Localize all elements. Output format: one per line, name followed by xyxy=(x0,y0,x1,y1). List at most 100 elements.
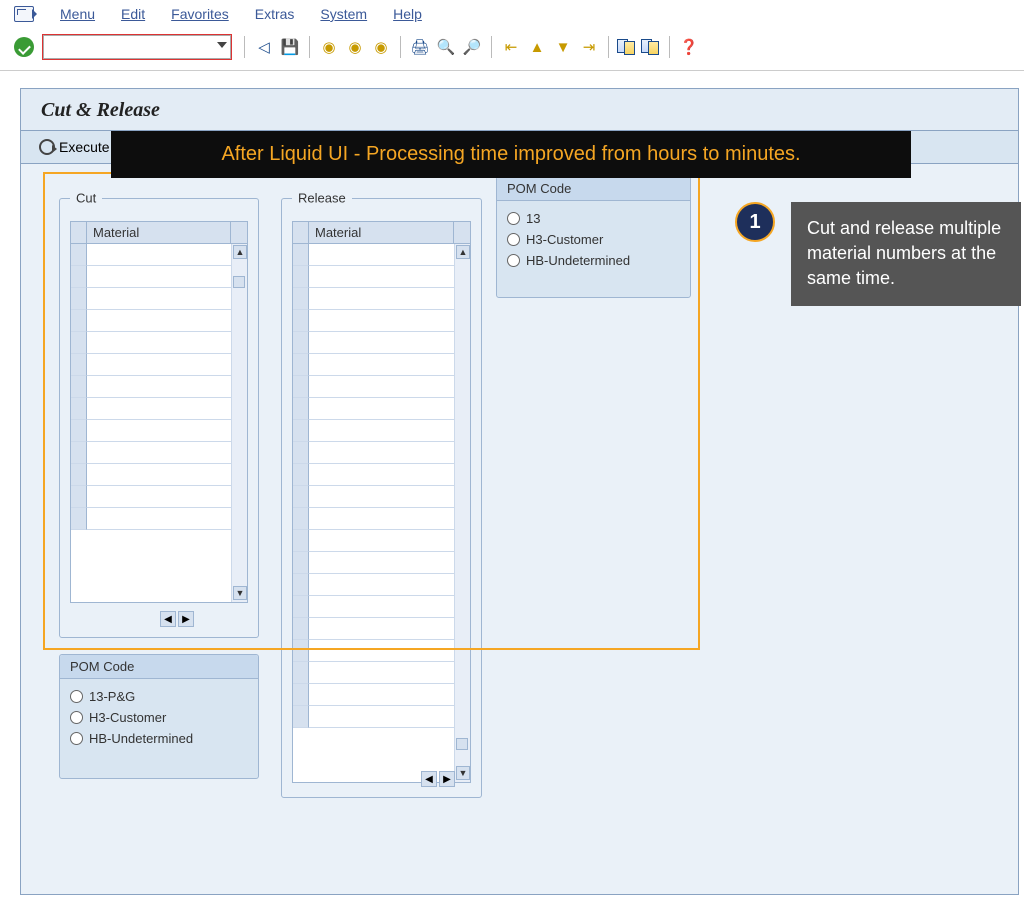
release-grid[interactable]: Material ▲ ▼ xyxy=(292,221,471,783)
new-session-icon[interactable] xyxy=(617,36,637,58)
cut-col-material[interactable]: Material xyxy=(87,222,231,244)
cell-material[interactable] xyxy=(87,332,247,354)
table-row[interactable] xyxy=(71,244,247,266)
table-row[interactable] xyxy=(293,552,470,574)
row-selector[interactable] xyxy=(293,420,309,442)
row-selector[interactable] xyxy=(71,398,87,420)
row-selector[interactable] xyxy=(293,288,309,310)
radio-pom1-0[interactable]: 13 xyxy=(507,211,680,226)
cut-vscroll[interactable]: ▲ ▼ xyxy=(231,244,247,602)
execute-button[interactable]: Execute xyxy=(39,139,110,155)
table-row[interactable] xyxy=(293,530,470,552)
find-icon[interactable]: 🔍 xyxy=(435,36,457,58)
row-selector[interactable] xyxy=(71,442,87,464)
table-row[interactable] xyxy=(71,288,247,310)
cell-material[interactable] xyxy=(87,398,247,420)
cell-material[interactable] xyxy=(309,420,470,442)
row-selector[interactable] xyxy=(71,244,87,266)
row-selector[interactable] xyxy=(293,662,309,684)
cell-material[interactable] xyxy=(309,640,470,662)
scroll-up-icon[interactable]: ▲ xyxy=(456,245,470,259)
row-selector[interactable] xyxy=(293,552,309,574)
cell-material[interactable] xyxy=(309,244,470,266)
row-selector[interactable] xyxy=(293,530,309,552)
table-row[interactable] xyxy=(293,354,470,376)
release-hnav-left-icon[interactable]: ◀ xyxy=(421,771,437,787)
table-row[interactable] xyxy=(293,508,470,530)
nav-back-icon[interactable]: ◉ xyxy=(318,36,340,58)
cell-material[interactable] xyxy=(309,398,470,420)
row-selector[interactable] xyxy=(293,442,309,464)
table-row[interactable] xyxy=(293,266,470,288)
release-select-all[interactable] xyxy=(293,222,309,244)
cut-hnav-left-icon[interactable]: ◀ xyxy=(160,611,176,627)
table-row[interactable] xyxy=(293,486,470,508)
cell-material[interactable] xyxy=(309,706,470,728)
shortcut-icon[interactable] xyxy=(641,36,661,58)
cell-material[interactable] xyxy=(87,486,247,508)
row-selector[interactable] xyxy=(293,354,309,376)
cut-select-all[interactable] xyxy=(71,222,87,244)
row-selector[interactable] xyxy=(71,508,87,530)
cell-material[interactable] xyxy=(309,442,470,464)
prev-page-icon[interactable]: ▲ xyxy=(526,36,548,58)
cell-material[interactable] xyxy=(309,662,470,684)
row-selector[interactable] xyxy=(71,486,87,508)
cell-material[interactable] xyxy=(87,442,247,464)
cell-material[interactable] xyxy=(309,464,470,486)
cell-material[interactable] xyxy=(309,574,470,596)
cell-material[interactable] xyxy=(87,376,247,398)
menu-edit[interactable]: Edit xyxy=(121,6,145,22)
table-row[interactable] xyxy=(71,442,247,464)
table-row[interactable] xyxy=(293,244,470,266)
menu-help[interactable]: Help xyxy=(393,6,422,22)
scroll-down-icon[interactable]: ▼ xyxy=(456,766,470,780)
row-selector[interactable] xyxy=(293,486,309,508)
row-selector[interactable] xyxy=(293,574,309,596)
cell-material[interactable] xyxy=(87,310,247,332)
scroll-thumb[interactable] xyxy=(233,276,245,288)
cell-material[interactable] xyxy=(309,354,470,376)
release-vscroll[interactable]: ▲ ▼ xyxy=(454,244,470,782)
release-grid-body[interactable] xyxy=(293,244,470,782)
scroll-down-icon[interactable]: ▼ xyxy=(233,586,247,600)
table-row[interactable] xyxy=(293,332,470,354)
radio-pom1-1[interactable]: H3-Customer xyxy=(507,232,680,247)
enter-icon[interactable] xyxy=(14,37,34,57)
row-selector[interactable] xyxy=(293,706,309,728)
row-selector[interactable] xyxy=(293,684,309,706)
radio-pom1-2[interactable]: HB-Undetermined xyxy=(507,253,680,268)
table-row[interactable] xyxy=(71,310,247,332)
transaction-dropdown-icon[interactable] xyxy=(217,42,227,48)
table-row[interactable] xyxy=(71,420,247,442)
cut-grid[interactable]: Material ▲ ▼ xyxy=(70,221,248,603)
cell-material[interactable] xyxy=(87,354,247,376)
release-col-material[interactable]: Material xyxy=(309,222,454,244)
row-selector[interactable] xyxy=(293,464,309,486)
last-page-icon[interactable]: ⇥ xyxy=(578,36,600,58)
cell-material[interactable] xyxy=(309,310,470,332)
cell-material[interactable] xyxy=(87,464,247,486)
table-row[interactable] xyxy=(293,376,470,398)
find-next-icon[interactable]: 🔎 xyxy=(461,36,483,58)
help-icon[interactable]: ❓ xyxy=(678,36,700,58)
cell-material[interactable] xyxy=(309,376,470,398)
cell-material[interactable] xyxy=(87,288,247,310)
menu-favorites[interactable]: Favorites xyxy=(171,6,229,22)
release-hnav-right-icon[interactable]: ▶ xyxy=(439,771,455,787)
next-page-icon[interactable]: ▼ xyxy=(552,36,574,58)
table-row[interactable] xyxy=(293,442,470,464)
row-selector[interactable] xyxy=(293,618,309,640)
cell-material[interactable] xyxy=(309,288,470,310)
cell-material[interactable] xyxy=(309,332,470,354)
row-selector[interactable] xyxy=(293,508,309,530)
row-selector[interactable] xyxy=(71,288,87,310)
table-row[interactable] xyxy=(293,288,470,310)
menu-system[interactable]: System xyxy=(320,6,367,22)
menu-extras[interactable]: Extras xyxy=(255,6,295,22)
cell-material[interactable] xyxy=(87,420,247,442)
cut-hnav-right-icon[interactable]: ▶ xyxy=(178,611,194,627)
row-selector[interactable] xyxy=(71,376,87,398)
table-row[interactable] xyxy=(293,706,470,728)
table-row[interactable] xyxy=(293,684,470,706)
